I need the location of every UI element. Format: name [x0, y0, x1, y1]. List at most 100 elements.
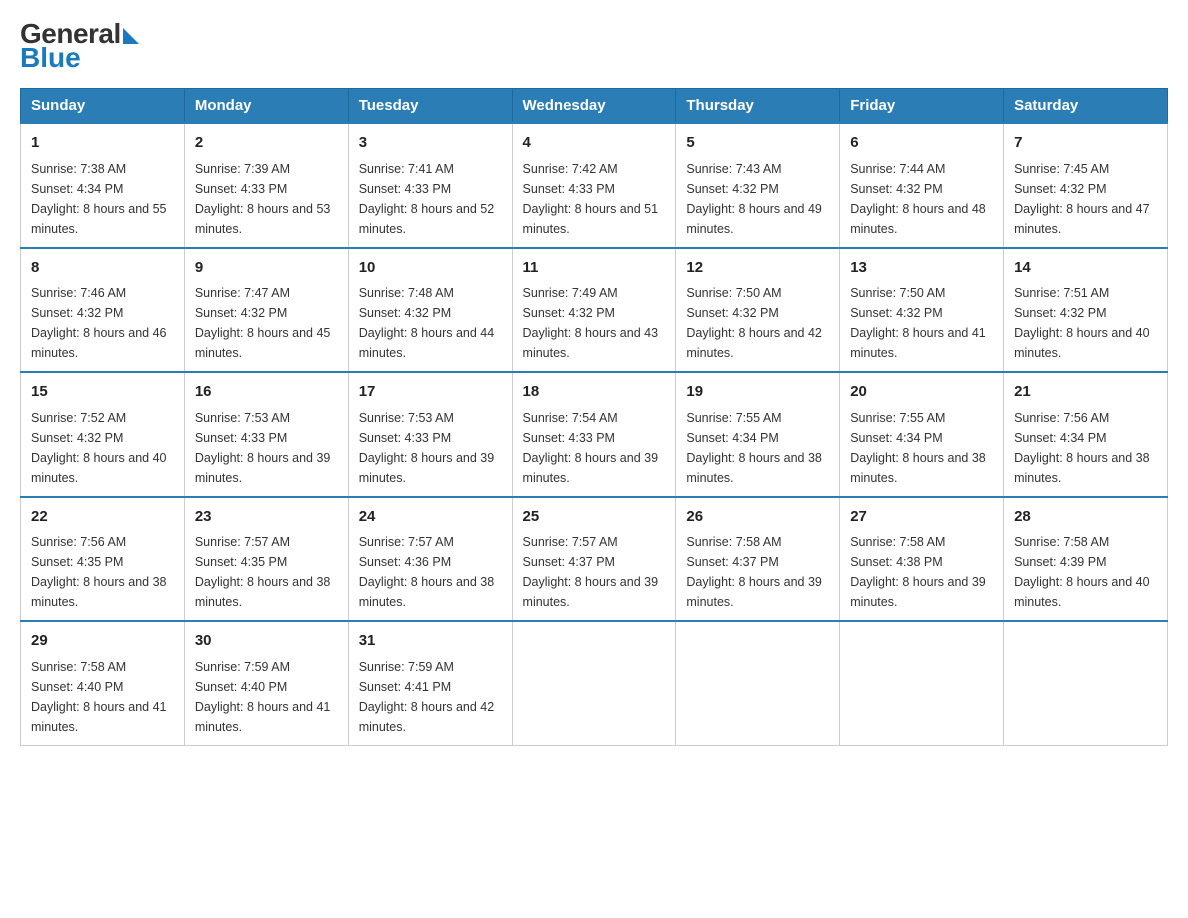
week-row-2: 8Sunrise: 7:46 AMSunset: 4:32 PMDaylight… — [21, 248, 1168, 373]
day-info: Sunrise: 7:58 AMSunset: 4:37 PMDaylight:… — [686, 532, 829, 612]
day-number: 7 — [1014, 132, 1157, 155]
day-number: 23 — [195, 506, 338, 529]
weekday-header-sunday: Sunday — [21, 89, 185, 124]
day-number: 12 — [686, 257, 829, 280]
week-row-1: 1 Sunrise: 7:38 AMSunset: 4:34 PMDaylight… — [21, 123, 1168, 248]
day-info: Sunrise: 7:53 AMSunset: 4:33 PMDaylight:… — [359, 408, 502, 488]
day-number: 3 — [359, 132, 502, 155]
calendar-cell: 21 Sunrise: 7:56 AMSunset: 4:34 PMDayligh… — [1004, 372, 1168, 497]
day-number: 29 — [31, 630, 174, 653]
calendar-cell: 9 Sunrise: 7:47 AMSunset: 4:32 PMDaylight… — [184, 248, 348, 373]
week-row-4: 22 Sunrise: 7:56 AMSunset: 4:35 PMDayligh… — [21, 497, 1168, 622]
week-row-5: 29Sunrise: 7:58 AMSunset: 4:40 PMDayligh… — [21, 621, 1168, 745]
day-info: Sunrise: 7:50 AMSunset: 4:32 PMDaylight:… — [850, 283, 993, 363]
calendar-cell: 13 Sunrise: 7:50 AMSunset: 4:32 PMDayligh… — [840, 248, 1004, 373]
day-number: 15 — [31, 381, 174, 404]
calendar-table: SundayMondayTuesdayWednesdayThursdayFrid… — [20, 88, 1168, 746]
calendar-cell: 12 Sunrise: 7:50 AMSunset: 4:32 PMDayligh… — [676, 248, 840, 373]
day-info: Sunrise: 7:53 AMSunset: 4:33 PMDaylight:… — [195, 408, 338, 488]
day-number: 11 — [523, 257, 666, 280]
calendar-cell — [512, 621, 676, 745]
day-number: 17 — [359, 381, 502, 404]
day-number: 31 — [359, 630, 502, 653]
calendar-cell: 23 Sunrise: 7:57 AMSunset: 4:35 PMDayligh… — [184, 497, 348, 622]
weekday-header-friday: Friday — [840, 89, 1004, 124]
calendar-cell — [1004, 621, 1168, 745]
day-number: 14 — [1014, 257, 1157, 280]
day-info: Sunrise: 7:44 AMSunset: 4:32 PMDaylight:… — [850, 159, 993, 239]
day-info: Sunrise: 7:39 AMSunset: 4:33 PMDaylight:… — [195, 159, 338, 239]
day-number: 4 — [523, 132, 666, 155]
weekday-header-wednesday: Wednesday — [512, 89, 676, 124]
day-info: Sunrise: 7:55 AMSunset: 4:34 PMDaylight:… — [686, 408, 829, 488]
calendar-cell: 6 Sunrise: 7:44 AMSunset: 4:32 PMDaylight… — [840, 123, 1004, 248]
page-header: General Blue — [20, 20, 1168, 72]
calendar-cell: 28 Sunrise: 7:58 AMSunset: 4:39 PMDayligh… — [1004, 497, 1168, 622]
calendar-cell — [840, 621, 1004, 745]
day-number: 18 — [523, 381, 666, 404]
day-number: 24 — [359, 506, 502, 529]
calendar-cell: 14 Sunrise: 7:51 AMSunset: 4:32 PMDayligh… — [1004, 248, 1168, 373]
weekday-header-row: SundayMondayTuesdayWednesdayThursdayFrid… — [21, 89, 1168, 124]
day-info: Sunrise: 7:43 AMSunset: 4:32 PMDaylight:… — [686, 159, 829, 239]
day-info: Sunrise: 7:48 AMSunset: 4:32 PMDaylight:… — [359, 283, 502, 363]
day-info: Sunrise: 7:56 AMSunset: 4:34 PMDaylight:… — [1014, 408, 1157, 488]
day-info: Sunrise: 7:52 AMSunset: 4:32 PMDaylight:… — [31, 408, 174, 488]
weekday-header-thursday: Thursday — [676, 89, 840, 124]
calendar-cell: 30 Sunrise: 7:59 AMSunset: 4:40 PMDayligh… — [184, 621, 348, 745]
day-number: 5 — [686, 132, 829, 155]
day-info: Sunrise: 7:38 AMSunset: 4:34 PMDaylight:… — [31, 159, 174, 239]
day-info: Sunrise: 7:58 AMSunset: 4:38 PMDaylight:… — [850, 532, 993, 612]
calendar-cell: 10 Sunrise: 7:48 AMSunset: 4:32 PMDayligh… — [348, 248, 512, 373]
day-number: 26 — [686, 506, 829, 529]
day-number: 1 — [31, 132, 174, 155]
weekday-header-monday: Monday — [184, 89, 348, 124]
day-info: Sunrise: 7:59 AMSunset: 4:41 PMDaylight:… — [359, 657, 502, 737]
day-number: 21 — [1014, 381, 1157, 404]
day-info: Sunrise: 7:57 AMSunset: 4:35 PMDaylight:… — [195, 532, 338, 612]
day-number: 27 — [850, 506, 993, 529]
day-info: Sunrise: 7:50 AMSunset: 4:32 PMDaylight:… — [686, 283, 829, 363]
calendar-cell: 31 Sunrise: 7:59 AMSunset: 4:41 PMDayligh… — [348, 621, 512, 745]
day-info: Sunrise: 7:46 AMSunset: 4:32 PMDaylight:… — [31, 283, 174, 363]
calendar-cell: 18 Sunrise: 7:54 AMSunset: 4:33 PMDayligh… — [512, 372, 676, 497]
day-number: 19 — [686, 381, 829, 404]
day-number: 30 — [195, 630, 338, 653]
weekday-header-saturday: Saturday — [1004, 89, 1168, 124]
calendar-cell: 15 Sunrise: 7:52 AMSunset: 4:32 PMDayligh… — [21, 372, 185, 497]
day-info: Sunrise: 7:57 AMSunset: 4:36 PMDaylight:… — [359, 532, 502, 612]
calendar-cell: 29Sunrise: 7:58 AMSunset: 4:40 PMDayligh… — [21, 621, 185, 745]
calendar-cell: 8Sunrise: 7:46 AMSunset: 4:32 PMDaylight… — [21, 248, 185, 373]
day-info: Sunrise: 7:57 AMSunset: 4:37 PMDaylight:… — [523, 532, 666, 612]
day-number: 10 — [359, 257, 502, 280]
day-info: Sunrise: 7:41 AMSunset: 4:33 PMDaylight:… — [359, 159, 502, 239]
calendar-cell: 11Sunrise: 7:49 AMSunset: 4:32 PMDayligh… — [512, 248, 676, 373]
weekday-header-tuesday: Tuesday — [348, 89, 512, 124]
calendar-cell: 1 Sunrise: 7:38 AMSunset: 4:34 PMDaylight… — [21, 123, 185, 248]
calendar-cell: 5 Sunrise: 7:43 AMSunset: 4:32 PMDaylight… — [676, 123, 840, 248]
calendar-cell: 2Sunrise: 7:39 AMSunset: 4:33 PMDaylight… — [184, 123, 348, 248]
calendar-cell: 24 Sunrise: 7:57 AMSunset: 4:36 PMDayligh… — [348, 497, 512, 622]
day-number: 28 — [1014, 506, 1157, 529]
calendar-cell: 16 Sunrise: 7:53 AMSunset: 4:33 PMDayligh… — [184, 372, 348, 497]
calendar-cell: 26 Sunrise: 7:58 AMSunset: 4:37 PMDayligh… — [676, 497, 840, 622]
day-number: 16 — [195, 381, 338, 404]
day-number: 22 — [31, 506, 174, 529]
calendar-cell: 27 Sunrise: 7:58 AMSunset: 4:38 PMDayligh… — [840, 497, 1004, 622]
day-info: Sunrise: 7:51 AMSunset: 4:32 PMDaylight:… — [1014, 283, 1157, 363]
calendar-cell: 20 Sunrise: 7:55 AMSunset: 4:34 PMDayligh… — [840, 372, 1004, 497]
day-number: 13 — [850, 257, 993, 280]
calendar-cell: 22 Sunrise: 7:56 AMSunset: 4:35 PMDayligh… — [21, 497, 185, 622]
calendar-cell: 3 Sunrise: 7:41 AMSunset: 4:33 PMDaylight… — [348, 123, 512, 248]
day-number: 9 — [195, 257, 338, 280]
day-number: 20 — [850, 381, 993, 404]
logo-triangle-icon — [123, 28, 139, 44]
day-info: Sunrise: 7:47 AMSunset: 4:32 PMDaylight:… — [195, 283, 338, 363]
day-info: Sunrise: 7:58 AMSunset: 4:39 PMDaylight:… — [1014, 532, 1157, 612]
day-info: Sunrise: 7:55 AMSunset: 4:34 PMDaylight:… — [850, 408, 993, 488]
calendar-cell: 25Sunrise: 7:57 AMSunset: 4:37 PMDayligh… — [512, 497, 676, 622]
day-info: Sunrise: 7:56 AMSunset: 4:35 PMDaylight:… — [31, 532, 174, 612]
day-info: Sunrise: 7:59 AMSunset: 4:40 PMDaylight:… — [195, 657, 338, 737]
day-number: 6 — [850, 132, 993, 155]
day-info: Sunrise: 7:54 AMSunset: 4:33 PMDaylight:… — [523, 408, 666, 488]
